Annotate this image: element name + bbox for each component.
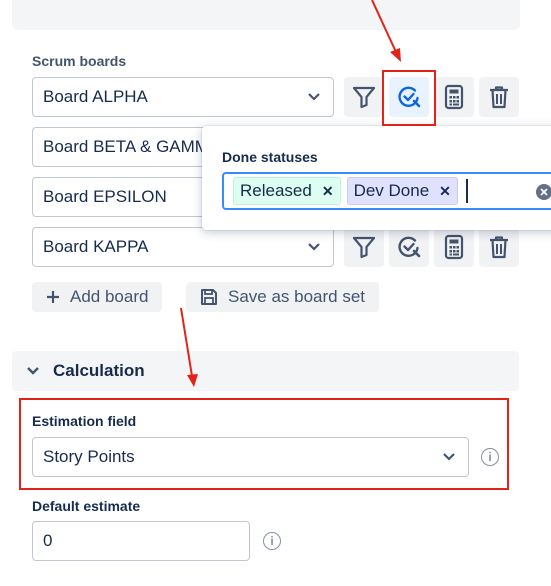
arrow-head [187, 374, 198, 387]
arrow-to-estimation-field [180, 307, 193, 377]
annotation-arrows [180, 0, 401, 387]
arrow-to-done-statuses [371, 0, 397, 53]
arrow-head [390, 48, 401, 62]
